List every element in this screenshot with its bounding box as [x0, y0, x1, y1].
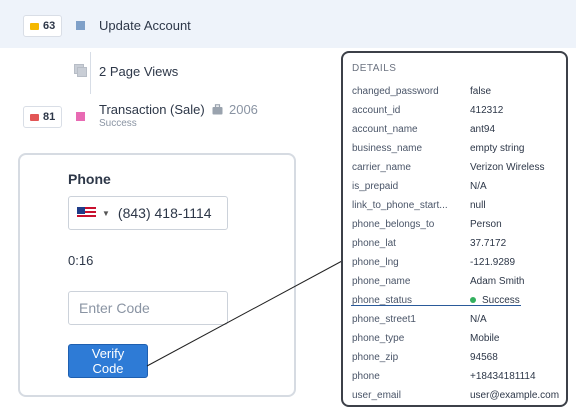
- details-panel: DETAILS changed_password false account_i…: [341, 51, 568, 407]
- detail-value: ant94: [470, 124, 496, 135]
- detail-key: changed_password: [352, 86, 439, 97]
- detail-value: N/A: [470, 314, 487, 325]
- detail-row: is_prepaid N/A: [352, 178, 564, 196]
- detail-key: phone: [352, 371, 380, 382]
- detail-value: N/A: [470, 181, 487, 192]
- detail-value: Success: [470, 292, 520, 310]
- detail-key: phone_type: [352, 333, 405, 344]
- detail-row: changed_password false: [352, 83, 564, 101]
- details-title: DETAILS: [352, 63, 397, 74]
- detail-row: carrier_name Verizon Wireless: [352, 159, 564, 177]
- detail-key: phone_zip: [352, 352, 399, 363]
- detail-value: user@example.com: [470, 390, 560, 401]
- detail-row: user_email user@example.com: [352, 387, 564, 405]
- detail-row: phone_type Mobile: [352, 330, 564, 348]
- detail-key: account_id: [352, 105, 401, 116]
- detail-row: phone_status Success: [352, 292, 564, 310]
- detail-value: Mobile: [470, 333, 500, 344]
- detail-row: business_name empty string: [352, 140, 564, 158]
- detail-value: Adam Smith: [470, 276, 525, 287]
- detail-value: 412312: [470, 105, 504, 116]
- phone-status-highlight: [351, 305, 521, 306]
- detail-value: empty string: [470, 143, 525, 154]
- detail-key: phone_name: [352, 276, 411, 287]
- detail-value: +18434181114: [470, 371, 536, 382]
- detail-value: false: [470, 86, 492, 97]
- detail-row: phone_belongs_to Person: [352, 216, 564, 234]
- detail-row: phone_lat 37.7172: [352, 235, 564, 253]
- detail-key: account_name: [352, 124, 418, 135]
- detail-key: phone_lat: [352, 238, 396, 249]
- detail-key: phone_status: [352, 295, 413, 306]
- detail-row: phone +18434181114: [352, 368, 564, 386]
- detail-value: -121.9289: [470, 257, 516, 268]
- detail-row: account_id 412312: [352, 102, 564, 120]
- detail-key: link_to_phone_start...: [352, 200, 448, 211]
- detail-value: Person: [470, 219, 502, 230]
- detail-value: 37.7172: [470, 238, 507, 249]
- detail-row: phone_lng -121.9289: [352, 254, 564, 272]
- detail-key: business_name: [352, 143, 423, 154]
- detail-row: phone_zip 94568: [352, 349, 564, 367]
- detail-key: phone_street1: [352, 314, 416, 325]
- detail-row: phone_street1 N/A: [352, 311, 564, 329]
- detail-key: phone_lng: [352, 257, 399, 268]
- detail-row: phone_name Adam Smith: [352, 273, 564, 291]
- detail-row: link_to_phone_start... null: [352, 197, 564, 215]
- detail-value: Verizon Wireless: [470, 162, 545, 173]
- status-dot-icon: [470, 297, 476, 304]
- detail-key: is_prepaid: [352, 181, 399, 192]
- detail-key: carrier_name: [352, 162, 411, 173]
- detail-key: phone_belongs_to: [352, 219, 435, 230]
- detail-key: user_email: [352, 390, 401, 401]
- detail-value: null: [470, 200, 486, 211]
- detail-row: account_name ant94: [352, 121, 564, 139]
- detail-value: 94568: [470, 352, 498, 363]
